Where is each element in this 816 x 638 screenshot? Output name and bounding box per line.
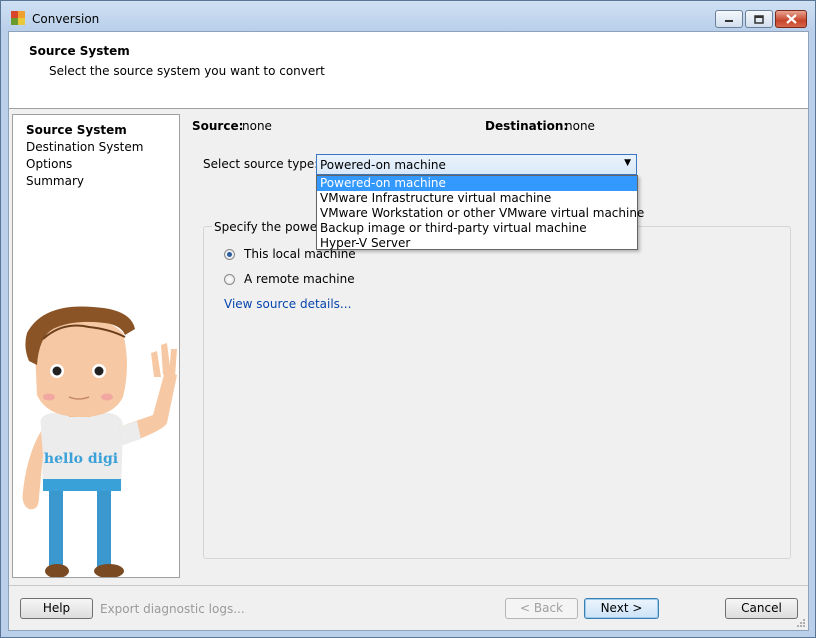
close-button[interactable] (775, 10, 807, 28)
step-summary[interactable]: Summary (26, 173, 84, 189)
close-icon (785, 14, 797, 24)
option-vmware-infrastructure[interactable]: VMware Infrastructure virtual machine (317, 191, 637, 206)
radio-remote-machine[interactable] (224, 274, 235, 285)
chevron-down-icon: ▼ (624, 158, 631, 168)
main-panel: Source: none Destination: none Select so… (192, 114, 802, 584)
minimize-button[interactable] (715, 10, 743, 28)
option-backup-image[interactable]: Backup image or third-party virtual mach… (317, 221, 637, 236)
maximize-button[interactable] (745, 10, 773, 28)
export-logs-link[interactable]: Export diagnostic logs... (100, 602, 245, 616)
source-type-dropdown-list: Powered-on machine VMware Infrastructure… (316, 175, 644, 251)
step-options[interactable]: Options (26, 156, 72, 172)
source-type-label: Select source type: (203, 157, 319, 171)
source-type-select[interactable]: Powered-on machine ▼ (316, 154, 637, 175)
source-value: none (242, 119, 272, 133)
radio-remote-machine-label[interactable]: A remote machine (244, 272, 355, 286)
page-title: Source System (29, 44, 130, 58)
destination-value: none (565, 119, 595, 133)
source-type-selected: Powered-on machine (320, 158, 446, 172)
mascot-illustration: hello digi (22, 306, 177, 577)
title-bar[interactable]: Conversion (1, 1, 815, 31)
next-button[interactable]: Next > (584, 598, 659, 619)
mascot-shirt-text: hello digi (44, 451, 118, 467)
client-area: Source System Select the source system y… (8, 31, 809, 631)
step-destination-system[interactable]: Destination System (26, 139, 143, 155)
maximize-icon (754, 14, 764, 24)
page-subtitle: Select the source system you want to con… (49, 64, 325, 78)
source-options-group: Specify the powere This local machine A … (203, 220, 791, 559)
app-icon (11, 11, 25, 25)
option-hyper-v-server[interactable]: Hyper-V Server (317, 236, 637, 251)
wizard-steps: Source System Destination System Options… (12, 114, 180, 578)
step-source-system[interactable]: Source System (26, 122, 127, 138)
destination-label: Destination: (485, 119, 569, 133)
cancel-button[interactable]: Cancel (725, 598, 798, 619)
minimize-icon (725, 20, 733, 22)
help-button[interactable]: Help (20, 598, 93, 619)
back-button[interactable]: < Back (505, 598, 578, 619)
radio-local-machine[interactable] (224, 249, 235, 260)
resize-grip-icon[interactable] (796, 618, 806, 628)
group-caption: Specify the powere (212, 220, 332, 234)
option-vmware-workstation[interactable]: VMware Workstation or other VMware virtu… (317, 206, 644, 221)
option-powered-on-machine[interactable]: Powered-on machine (317, 176, 637, 191)
source-label: Source: (192, 119, 244, 133)
footer-divider (9, 585, 808, 586)
view-source-details-link[interactable]: View source details... (224, 297, 351, 311)
window: Conversion Source System Select the sour… (0, 0, 816, 638)
window-title: Conversion (32, 12, 100, 26)
wizard-header: Source System Select the source system y… (9, 32, 808, 109)
